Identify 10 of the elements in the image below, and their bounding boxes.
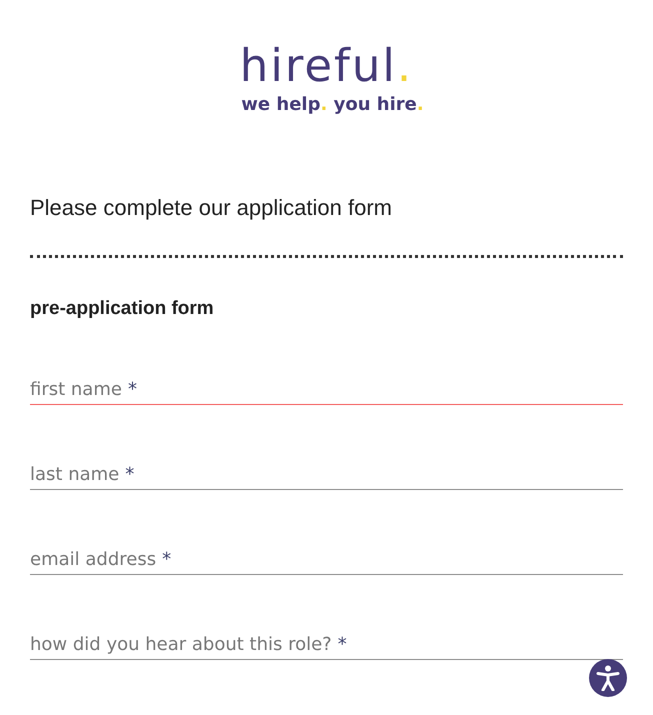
text-field[interactable]: last name *	[30, 457, 623, 490]
logo-tagline: we help. you hire.	[241, 94, 424, 115]
text-field[interactable]: how did you hear about this role? *	[30, 627, 623, 660]
form-heading: Please complete our application form	[30, 195, 393, 221]
text-field[interactable]: first name *	[30, 372, 623, 405]
section-heading: pre-application form	[30, 298, 215, 320]
accessibility-button[interactable]	[589, 659, 627, 697]
logo-wordmark: hireful.	[240, 40, 414, 92]
text-field[interactable]: email address *	[30, 542, 623, 575]
accessibility-icon	[596, 665, 620, 691]
